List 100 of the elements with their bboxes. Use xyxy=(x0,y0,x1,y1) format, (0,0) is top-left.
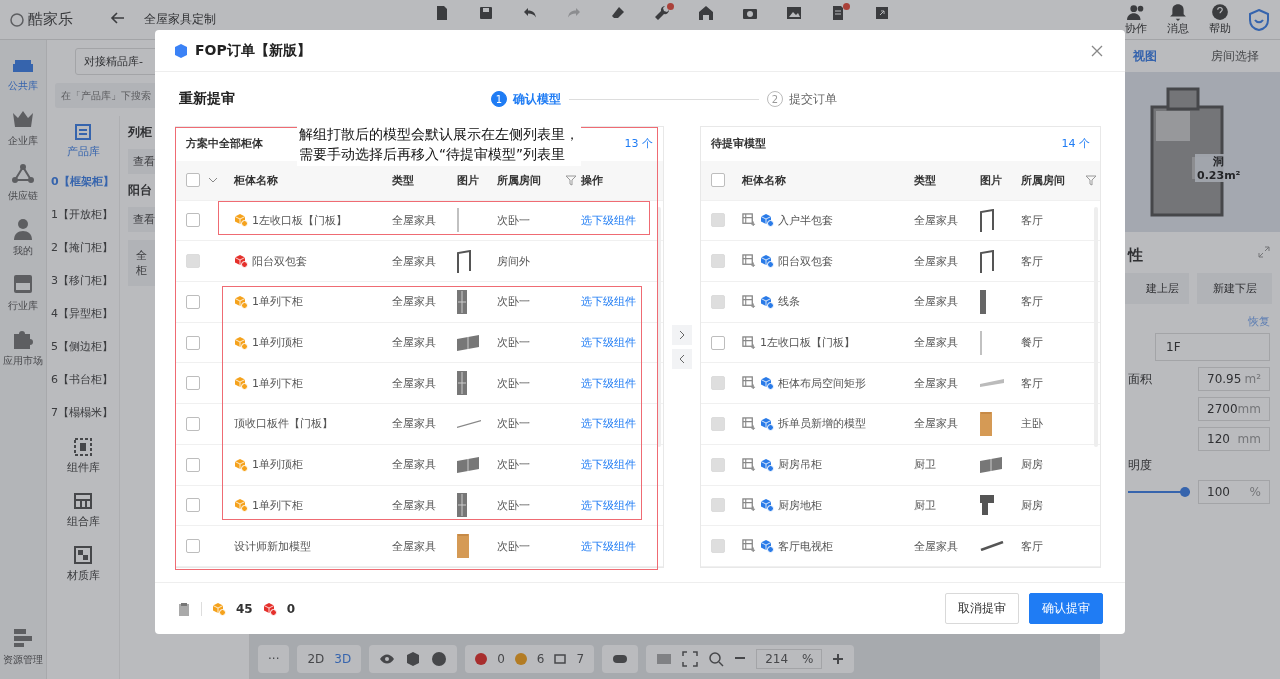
step-number: 2 xyxy=(767,91,783,107)
rail-label[interactable]: 供应链 xyxy=(8,189,38,203)
filter-icon[interactable] xyxy=(1084,174,1097,187)
confirm-button[interactable]: 确认提审 xyxy=(1029,593,1103,624)
layer-count[interactable]: 7 xyxy=(576,652,585,666)
select-components-link[interactable]: 选下级组件 xyxy=(581,497,663,513)
eraser-icon[interactable] xyxy=(610,4,626,21)
focus-icon[interactable] xyxy=(682,651,699,667)
cube-logo-icon xyxy=(173,42,189,59)
category-item[interactable]: 2【掩门柜】 xyxy=(47,231,119,264)
document-icon[interactable] xyxy=(830,4,846,21)
file-icon[interactable] xyxy=(434,4,450,21)
logo-icon xyxy=(10,12,24,27)
select-components-link[interactable]: 选下级组件 xyxy=(581,375,663,391)
checkbox[interactable] xyxy=(710,173,725,188)
action-label[interactable]: 帮助 xyxy=(1209,21,1231,36)
select-components-link[interactable]: 选下级组件 xyxy=(581,294,663,310)
save-icon[interactable] xyxy=(478,4,494,21)
box-icon[interactable] xyxy=(405,651,422,667)
library-link[interactable]: 材质库 xyxy=(66,568,100,583)
panel-tab[interactable]: 房间选择 xyxy=(1190,47,1280,65)
field-value: 2700 xyxy=(1207,402,1238,416)
close-icon[interactable] xyxy=(1091,45,1103,57)
model-thumbnail xyxy=(979,208,994,232)
cancel-button[interactable]: 取消提审 xyxy=(945,593,1019,624)
plan-label: 0.23m² xyxy=(1197,169,1241,182)
checkbox[interactable] xyxy=(186,173,200,188)
project-name[interactable]: 全屋家具定制 xyxy=(136,7,336,32)
category-item[interactable]: 5【侧边柜】 xyxy=(47,330,119,363)
action-label[interactable]: 协作 xyxy=(1125,21,1147,36)
wrench-icon[interactable] xyxy=(654,4,670,21)
column-header: 类型 xyxy=(392,172,415,188)
category-item[interactable]: 3【移门柜】 xyxy=(47,264,119,297)
warning-count[interactable]: 6 xyxy=(536,652,545,666)
rail-label[interactable]: 资源管理 xyxy=(3,653,43,667)
checkbox[interactable] xyxy=(186,335,200,350)
expand-icon[interactable] xyxy=(1258,246,1270,258)
rail-label[interactable]: 行业库 xyxy=(8,299,38,313)
component-icon xyxy=(741,416,756,431)
item-count[interactable]: 14 个 xyxy=(1061,136,1090,152)
table-cell-text: 全屋家具 xyxy=(392,538,437,554)
select-components-link[interactable]: 选下级组件 xyxy=(581,538,663,554)
library-tab[interactable]: 产品库 xyxy=(66,144,100,159)
card-text: 柜 xyxy=(136,263,147,278)
checkbox[interactable] xyxy=(186,376,200,391)
shield-icon[interactable] xyxy=(1248,8,1270,31)
column-header: 柜体名称 xyxy=(234,172,279,188)
people-icon[interactable] xyxy=(1127,3,1145,21)
zoom-field[interactable]: 214 % xyxy=(756,649,823,669)
floor-field[interactable]: 1F xyxy=(1155,333,1270,361)
export-icon[interactable] xyxy=(874,4,890,21)
checkbox[interactable] xyxy=(186,416,200,431)
checkbox[interactable] xyxy=(186,457,200,472)
table-cell-text: 全屋家具 xyxy=(392,457,437,473)
select-components-link[interactable]: 选下级组件 xyxy=(581,416,663,432)
help-icon[interactable] xyxy=(1211,3,1229,21)
list-icon[interactable] xyxy=(73,122,93,142)
checkbox[interactable] xyxy=(186,294,200,309)
category-item[interactable]: 7【榻榻米】 xyxy=(47,396,119,429)
component-icon[interactable] xyxy=(73,437,93,457)
zoom-search-icon[interactable] xyxy=(708,651,725,667)
layer-button[interactable]: 新建下层 xyxy=(1197,273,1272,304)
number-field[interactable]: 2700mm xyxy=(1198,397,1270,421)
select-components-link[interactable]: 选下级组件 xyxy=(581,457,663,473)
rail-label[interactable]: 公共库 xyxy=(8,79,38,93)
error-count[interactable]: 0 xyxy=(497,652,505,666)
category-item[interactable]: 1【开放柜】 xyxy=(47,198,119,231)
action-label[interactable]: 消息 xyxy=(1167,21,1189,36)
plus-icon[interactable] xyxy=(832,653,845,665)
checkbox[interactable] xyxy=(710,335,725,350)
clipboard-icon[interactable] xyxy=(177,601,191,616)
filter-icon[interactable] xyxy=(565,174,577,187)
number-field[interactable]: 100 % xyxy=(1198,480,1270,504)
column-header: 所属房间 xyxy=(1020,172,1066,188)
select-components-link[interactable]: 选下级组件 xyxy=(581,335,663,350)
cube-icon xyxy=(262,601,277,616)
category-item[interactable]: 4【异型柜】 xyxy=(47,297,119,330)
checker-icon[interactable] xyxy=(73,545,93,565)
checkbox[interactable] xyxy=(186,498,200,513)
house-icon[interactable] xyxy=(698,4,714,21)
category-item[interactable]: 0【框架柜】 xyxy=(47,165,119,198)
bell-icon[interactable] xyxy=(1169,3,1187,21)
library-link[interactable]: 组件库 xyxy=(66,460,100,475)
library-link[interactable]: 组合库 xyxy=(66,514,100,529)
rail-label[interactable]: 应用市场 xyxy=(3,354,43,368)
select-components-link[interactable]: 选下级组件 xyxy=(581,212,663,228)
image-icon[interactable] xyxy=(786,4,802,21)
slider-thumb[interactable] xyxy=(1180,487,1190,497)
number-field[interactable]: 120 mm xyxy=(1198,427,1270,451)
rail-label[interactable]: 企业库 xyxy=(8,134,38,148)
checkbox[interactable] xyxy=(186,213,200,228)
view-mode-toggle[interactable]: 3D xyxy=(334,652,352,666)
more-button[interactable]: ··· xyxy=(268,652,280,666)
rail-label[interactable]: 我的 xyxy=(13,244,33,258)
category-item[interactable]: 6【书台柜】 xyxy=(47,363,119,396)
item-count[interactable]: 13 个 xyxy=(624,136,653,152)
grid-icon[interactable] xyxy=(73,491,93,511)
view-mode-toggle[interactable]: 2D xyxy=(307,652,325,666)
checkbox[interactable] xyxy=(186,539,200,554)
number-field[interactable]: 70.95 m² xyxy=(1198,367,1270,391)
